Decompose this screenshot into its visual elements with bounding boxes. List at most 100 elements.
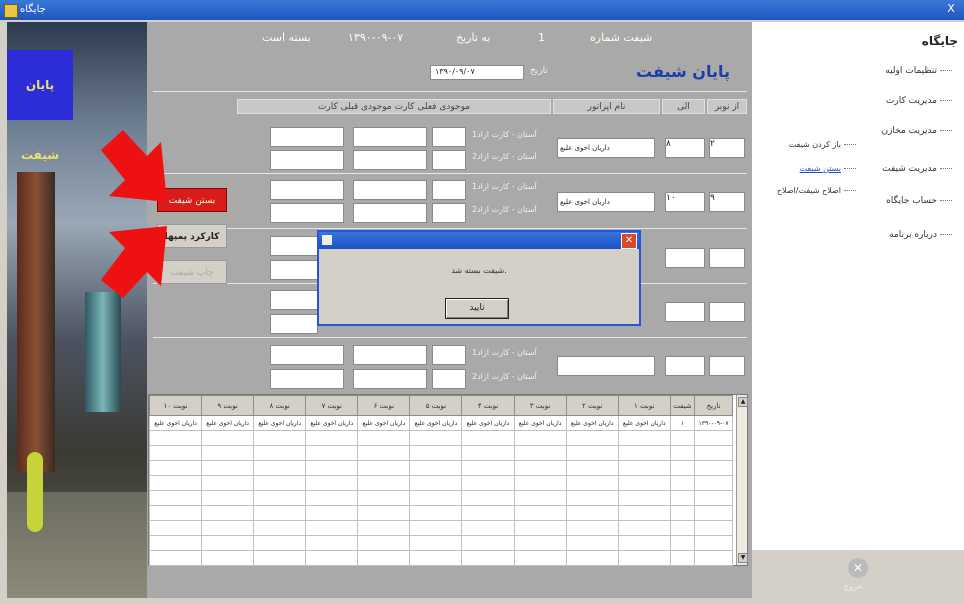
card-caption-1b: آستان - کارت ازاد2 [472, 152, 537, 161]
title-bar: جایگاه X [0, 0, 964, 20]
counter-field[interactable] [353, 369, 427, 389]
grid-col-header[interactable]: نوبت ۹ [201, 395, 255, 416]
grid-cell[interactable]: داریان اخوی علیع [617, 415, 671, 431]
grid-col-header[interactable]: نوبت ۴ [461, 395, 515, 416]
from-field-3[interactable] [709, 248, 745, 268]
to-field-2[interactable]: ۱۰ [665, 192, 705, 212]
counter-field[interactable] [432, 345, 466, 365]
table-row[interactable] [148, 475, 733, 491]
sidebar-subitem-label: باز کردن شیفت [788, 140, 841, 149]
exit-label: خروج [844, 582, 863, 591]
grid-col-header[interactable]: نوبت ۱۰ [148, 395, 203, 416]
counter-field[interactable] [353, 345, 427, 365]
sidebar-item-shifts[interactable]: مدیریت شیفت [882, 164, 952, 174]
grid-cell[interactable]: داریان اخوی علیع [461, 415, 515, 431]
counter-field[interactable] [432, 180, 466, 200]
scroll-up-icon[interactable]: ▲ [738, 397, 748, 407]
counter-field[interactable] [432, 127, 466, 147]
counter-field[interactable] [353, 127, 427, 147]
grid-scrollbar[interactable]: ▲ ▼ [736, 395, 748, 565]
table-row[interactable] [148, 520, 733, 536]
grid-col-header[interactable]: تاریخ [694, 395, 733, 416]
from-field-5[interactable] [709, 356, 745, 376]
counter-field[interactable] [353, 203, 427, 223]
sidebar-item-settings[interactable]: تنظیمات اولیه [885, 66, 952, 76]
shifts-grid[interactable]: نوبت ۱۰ نوبت ۹ نوبت ۸ نوبت ۷ نوبت ۶ نوبت… [148, 394, 748, 566]
grid-col-header[interactable]: نوبت ۸ [253, 395, 307, 416]
date-input[interactable]: ۱۳۹۰/۰۹/۰۷ [430, 65, 524, 80]
operator-field-5[interactable] [557, 356, 655, 376]
table-row[interactable] [148, 490, 733, 506]
to-field-4[interactable] [665, 302, 705, 322]
grid-col-header[interactable]: نوبت ۲ [565, 395, 619, 416]
counter-field[interactable] [270, 369, 344, 389]
card-caption-2b: آستان - کارت ازاد2 [472, 205, 537, 214]
to-field-1[interactable]: ۸ [665, 138, 705, 158]
tree-line [940, 168, 952, 169]
grid-cell[interactable]: داریان اخوی علیع [513, 415, 567, 431]
counter-field[interactable] [270, 236, 318, 256]
counter-field[interactable] [353, 180, 427, 200]
table-row[interactable] [148, 445, 733, 461]
grid-col-header[interactable]: نوبت ۵ [409, 395, 463, 416]
grid-col-header[interactable]: شیفت [669, 395, 696, 416]
dialog-ok-button[interactable]: تایید [445, 298, 509, 319]
sidebar-subitem-edit-shift[interactable]: اصلاح شیفت/اصلاح [777, 186, 856, 195]
card-caption-5b: آستان - کارت ازاد2 [472, 372, 537, 381]
window-close-button[interactable]: X [944, 2, 958, 16]
grid-cell[interactable]: ۱ [669, 415, 696, 431]
counter-field[interactable] [270, 150, 344, 170]
grid-cell[interactable]: داریان اخوی علیع [357, 415, 411, 431]
grid-cell[interactable]: داریان اخوی علیع [409, 415, 463, 431]
table-row[interactable] [148, 535, 733, 551]
sidebar-item-about[interactable]: درباره برنامه [889, 230, 952, 240]
sidebar-item-tanks[interactable]: مدیریت مخازن [881, 126, 952, 136]
counter-field[interactable] [432, 203, 466, 223]
grid-cell[interactable]: داریان اخوی علیع [253, 415, 307, 431]
photo-sign: پایان شیفت [7, 50, 73, 162]
from-field-4[interactable] [709, 302, 745, 322]
grid-col-header[interactable]: نوبت ۳ [513, 395, 567, 416]
grid-cell[interactable]: داریان اخوی علیع [305, 415, 359, 431]
counter-field[interactable] [270, 345, 344, 365]
grid-cell[interactable]: داریان اخوی علیع [565, 415, 619, 431]
counter-field[interactable] [270, 180, 344, 200]
from-field-2[interactable]: ۹ [709, 192, 745, 212]
shift-status: بسته است [262, 31, 311, 44]
counter-field[interactable] [270, 203, 344, 223]
sidebar-subitem-close-shift[interactable]: بستن شیفت [800, 164, 856, 173]
from-field-1[interactable]: ۲ [709, 138, 745, 158]
col-header-current: موجودی فعلی کارت [394, 102, 471, 112]
col-header-operator: نام اپراتور [553, 99, 660, 114]
sidebar-subitem-open-shift[interactable]: باز کردن شیفت [789, 140, 856, 149]
counter-field[interactable] [353, 150, 427, 170]
grid-col-header[interactable]: نوبت ۶ [357, 395, 411, 416]
table-row[interactable] [148, 550, 733, 566]
to-field-3[interactable] [665, 248, 705, 268]
counter-field[interactable] [432, 369, 466, 389]
sidebar-item-cards[interactable]: مدیریت کارت [886, 96, 952, 106]
table-row[interactable] [148, 430, 733, 446]
grid-col-header[interactable]: نوبت ۷ [305, 395, 359, 416]
scroll-down-icon[interactable]: ▼ [738, 553, 748, 563]
sidebar-item-account[interactable]: حساب جایگاه [886, 196, 952, 206]
table-row[interactable] [148, 505, 733, 521]
exit-icon[interactable]: ✕ [848, 558, 868, 578]
grid-cell[interactable]: داریان اخوی علیع [148, 415, 203, 431]
operator-field-2[interactable]: داریان اخوی علیع [557, 192, 655, 212]
table-row[interactable] [148, 460, 733, 476]
window-title: جایگاه [20, 4, 46, 15]
dialog-close-button[interactable]: ✕ [621, 233, 637, 249]
counter-field[interactable] [270, 290, 318, 310]
counter-field[interactable] [270, 314, 318, 334]
to-field-5[interactable] [665, 356, 705, 376]
grid-cell[interactable]: ۱۳۹۰-۰۹-۰۷ [694, 415, 733, 431]
operator-field-1[interactable]: داریان اخوی علیع [557, 138, 655, 158]
grid-col-header[interactable]: نوبت ۱ [617, 395, 671, 416]
counter-field[interactable] [432, 150, 466, 170]
table-row[interactable]: داریان اخوی علیع داریان اخوی علیع داریان… [148, 415, 733, 431]
counter-field[interactable] [270, 260, 318, 280]
grid-cell[interactable]: داریان اخوی علیع [201, 415, 255, 431]
message-dialog: ✕ شیفت بسته شد. تایید [317, 230, 641, 326]
counter-field[interactable] [270, 127, 344, 147]
